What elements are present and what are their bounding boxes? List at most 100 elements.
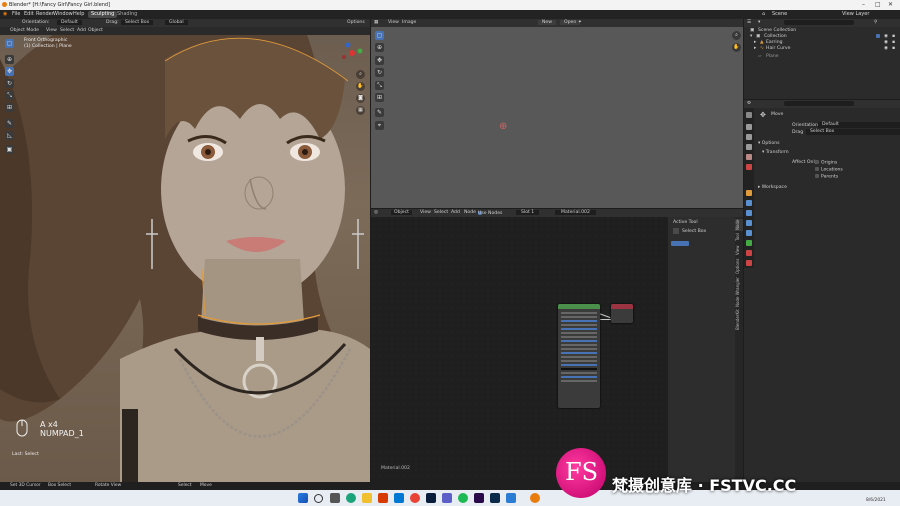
shader-node-editor[interactable]: ◎ Object View Select Add Node Use Nodes … (371, 209, 743, 482)
eye-icon[interactable]: ◉ (884, 34, 888, 39)
cursor-tool[interactable]: ⊕ (5, 55, 14, 64)
image-transform-tool[interactable]: ⊞ (375, 93, 384, 102)
spotify-icon[interactable] (458, 493, 468, 503)
measure-tool[interactable]: ◺ (5, 131, 14, 140)
drag-dropdown[interactable]: Select Box (806, 129, 900, 135)
filter-icon[interactable]: ▾ (758, 20, 760, 25)
camera-icon[interactable]: ◙ (356, 94, 365, 103)
rotate-tool[interactable]: ↻ (5, 79, 14, 88)
menu-object[interactable]: Object (88, 28, 103, 33)
orientation-dropdown[interactable]: Default (818, 122, 900, 128)
office-icon[interactable] (378, 493, 388, 503)
pan-hand-icon[interactable]: ✋ (356, 82, 365, 91)
select-box-icon[interactable] (673, 228, 679, 234)
data-tab-icon[interactable] (746, 240, 752, 246)
material-tab-icon[interactable] (746, 250, 752, 256)
principled-bsdf-node[interactable] (558, 304, 600, 408)
maximize-button[interactable]: □ (875, 1, 881, 8)
world-tab-icon[interactable] (746, 164, 752, 170)
camera-render-icon[interactable]: ▪ (892, 40, 895, 45)
menu-render[interactable]: Render (36, 11, 54, 17)
scale-tool[interactable]: ⤡ (5, 91, 14, 100)
photoshop-icon[interactable] (426, 493, 436, 503)
tab-sculpting[interactable]: Sculpting (88, 11, 118, 18)
mode-dropdown[interactable]: Object Mode (10, 28, 39, 33)
zoom-icon[interactable]: ⌕ (356, 70, 365, 79)
image-pan-icon[interactable]: ✋ (732, 43, 741, 52)
menu-file[interactable]: File (12, 11, 20, 17)
blender-menu-icon[interactable]: ◉ (3, 11, 7, 17)
texture-tab-icon[interactable] (746, 260, 752, 266)
physics-tab-icon[interactable] (746, 220, 752, 226)
task-view-icon[interactable] (330, 493, 340, 503)
image-cursor-tool[interactable]: ⊕ (375, 43, 384, 52)
new-image-button[interactable]: New (538, 20, 557, 25)
select-box-tool[interactable]: ▢ (5, 39, 14, 48)
image-select-tool[interactable]: ▢ (375, 31, 384, 40)
view-layer-selector[interactable]: View Layer (842, 11, 869, 17)
start-icon[interactable] (298, 493, 308, 503)
view-layer-tab-icon[interactable] (746, 144, 752, 150)
image-editor[interactable]: ▦ View Image New Open ✦ ▢ ⊕ ✥ ↻ ⤡ ⊞ ✎ ⌖ … (371, 19, 743, 208)
scene-selector[interactable]: Scene (772, 11, 787, 17)
selection-mode-icons[interactable] (671, 241, 689, 246)
editor-type-icon[interactable]: ◎ (374, 210, 378, 215)
navigation-gizmo[interactable] (340, 41, 364, 65)
scene-icon[interactable]: ⌂ (762, 11, 765, 17)
sculpt-viewport[interactable]: Orientation: Default Drag: Select Box Gl… (0, 19, 370, 482)
parents-checkbox[interactable]: Parents (815, 174, 838, 180)
eye-icon[interactable]: ◉ (884, 40, 888, 45)
premiere-icon[interactable] (474, 493, 484, 503)
slot-dropdown[interactable]: Slot 1 (516, 210, 540, 215)
particles-tab-icon[interactable] (746, 210, 752, 216)
mail-icon[interactable] (394, 493, 404, 503)
origins-checkbox[interactable]: Origins (815, 160, 837, 166)
menu-view[interactable]: View (388, 20, 399, 25)
move-tool[interactable]: ✥ (5, 67, 14, 76)
menu-view[interactable]: View (420, 210, 431, 215)
transform-subpanel-toggle[interactable]: ▾ Transform (762, 150, 789, 155)
outliner-search-input[interactable] (784, 20, 854, 25)
menu-window[interactable]: Window (53, 11, 73, 17)
perspective-grid-icon[interactable]: ▦ (356, 106, 365, 115)
drag-dropdown[interactable]: Select Box (121, 20, 154, 25)
modifier-tab-icon[interactable] (746, 200, 752, 206)
menu-node[interactable]: Node (464, 210, 476, 215)
tab-options[interactable]: Options (735, 257, 743, 275)
outliner-row-hair-curve[interactable]: ▸ ∿ Hair Curve ◉ ▪ (744, 46, 900, 53)
tab-tool[interactable]: Tool (735, 231, 743, 243)
media-encoder-icon[interactable] (490, 493, 500, 503)
menu-select[interactable]: Select (434, 210, 448, 215)
menu-image[interactable]: Image (402, 20, 416, 25)
expand-icon[interactable]: ▸ (754, 46, 756, 51)
tab-node-wrangler[interactable]: Node Wrangler (735, 277, 743, 307)
output-tab-icon[interactable] (746, 134, 752, 140)
workspace-panel-toggle[interactable]: ▸ Workspace (758, 185, 787, 190)
render-tab-icon[interactable] (746, 124, 752, 130)
menu-view[interactable]: View (46, 28, 57, 33)
tab-blenderkit[interactable]: BlenderKit (735, 308, 743, 332)
tab-shading[interactable]: Shading (114, 11, 140, 18)
material-output-node[interactable] (611, 304, 633, 323)
blender-taskbar-icon[interactable] (530, 493, 540, 503)
orientation-dropdown[interactable]: Default (57, 20, 82, 25)
editor-type-icon[interactable]: ⚙ (747, 101, 751, 106)
object-type-dropdown[interactable]: Object (391, 210, 412, 215)
pin-icon[interactable]: ✦ (578, 20, 582, 25)
constraints-tab-icon[interactable] (746, 230, 752, 236)
image-move-tool[interactable]: ✥ (375, 56, 384, 65)
viewport-options-button[interactable]: Options (347, 20, 365, 25)
edge-icon[interactable] (346, 493, 356, 503)
tab-view[interactable]: View (735, 244, 743, 256)
material-selector[interactable]: Material.002 (555, 210, 596, 215)
outliner-row-plane[interactable]: ▱ Plane (744, 54, 900, 61)
transform-tool[interactable]: ⊞ (5, 103, 14, 112)
close-button[interactable]: ✕ (888, 1, 893, 8)
chrome-icon[interactable] (410, 493, 420, 503)
tab-node[interactable]: Node (735, 219, 743, 231)
image-rotate-tool[interactable]: ↻ (375, 68, 384, 77)
editor-type-icon[interactable]: ▦ (374, 20, 378, 25)
minimize-button[interactable]: – (862, 1, 865, 8)
explorer-icon[interactable] (362, 493, 372, 503)
image-zoom-icon[interactable]: ⌕ (732, 31, 741, 40)
